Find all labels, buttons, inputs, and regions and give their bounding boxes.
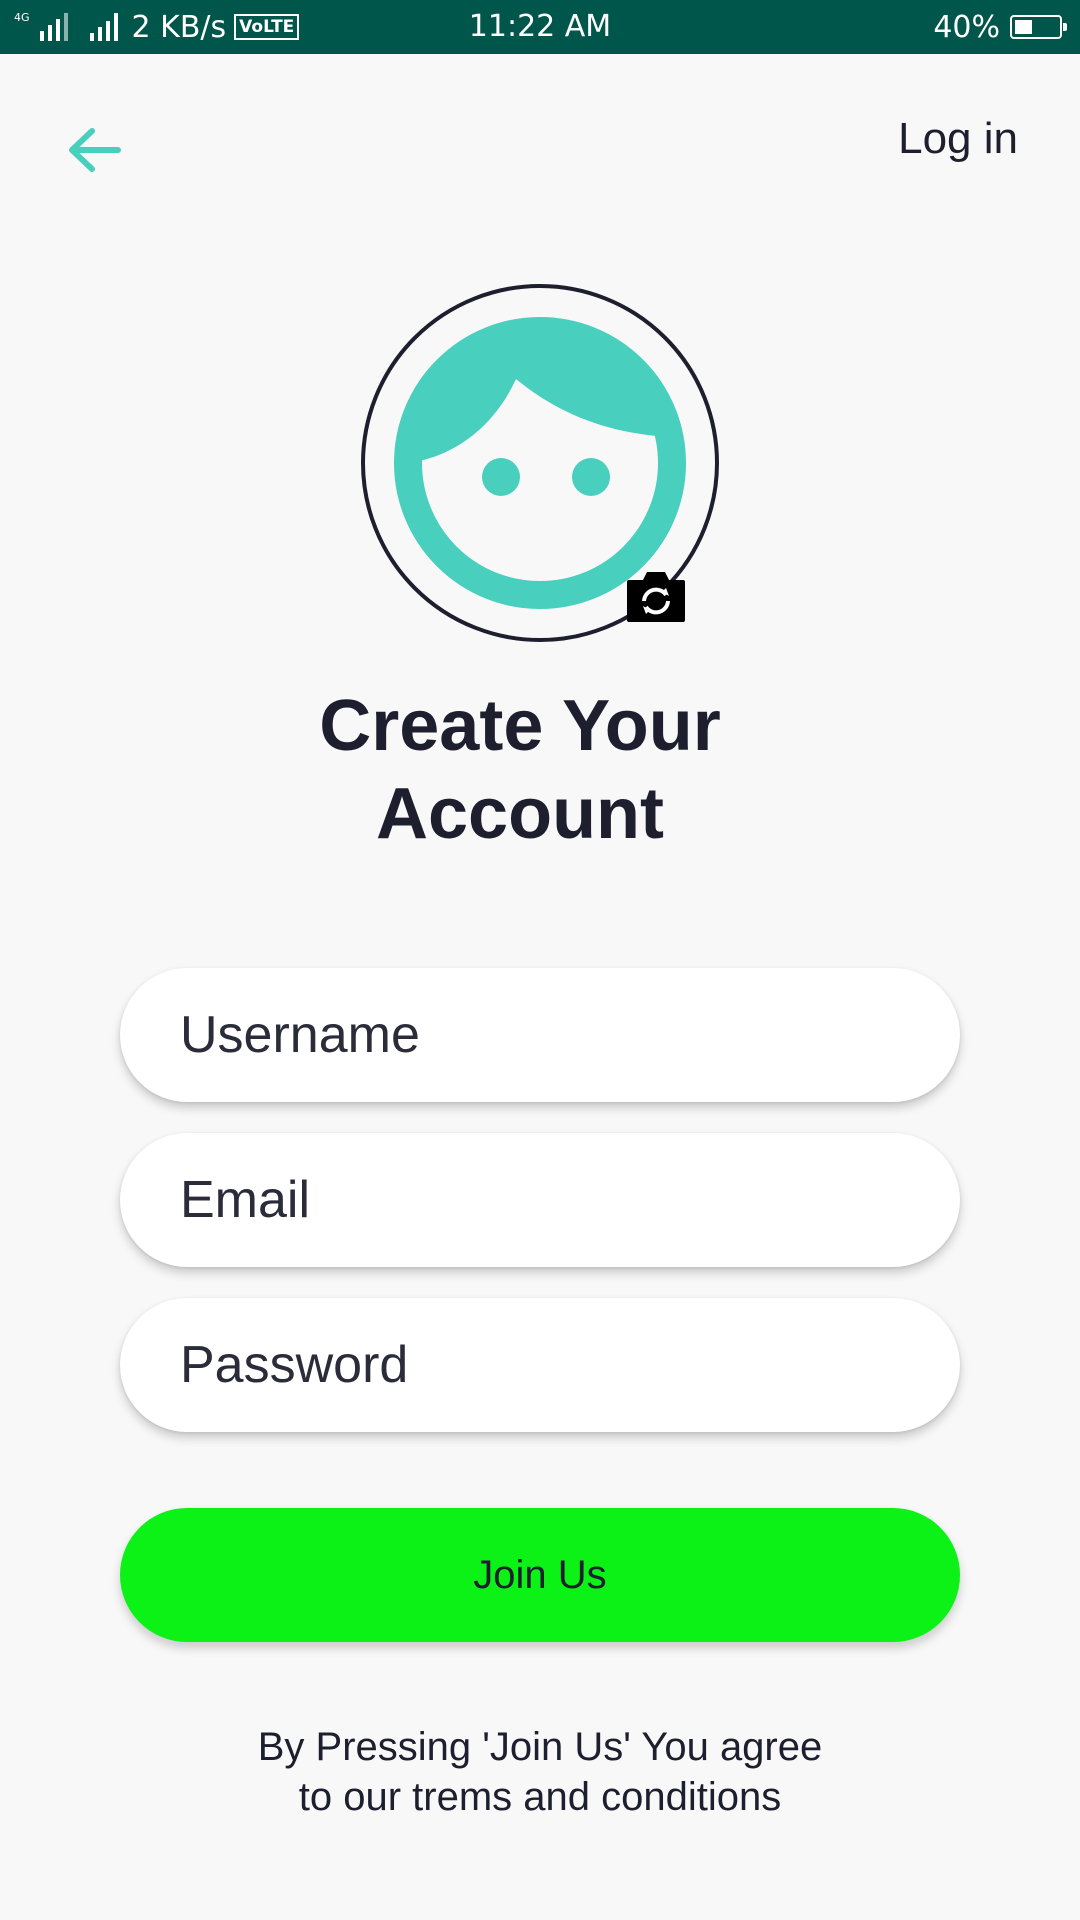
page-title-line-2: Account (376, 774, 664, 854)
signal-strength-icon (39, 13, 68, 41)
signal-strength-icon-2 (89, 13, 118, 41)
password-field-container (120, 1298, 960, 1432)
page-title: Create Your Account (0, 682, 1040, 858)
join-us-button[interactable]: Join Us (120, 1508, 960, 1642)
username-field-container (120, 968, 960, 1102)
password-input[interactable] (178, 1334, 920, 1396)
status-left: 4G 2 KB/s VoLTE (14, 0, 300, 54)
network-type-label: 4G (14, 11, 30, 24)
terms-line-1: By Pressing 'Join Us' You agree (257, 1725, 823, 1769)
status-bar: 4G 2 KB/s VoLTE 11:22 AM 40% (0, 0, 1080, 54)
email-field-container (120, 1133, 960, 1267)
camera-switch-icon[interactable] (625, 570, 687, 624)
battery-percent: 40% (933, 9, 1000, 45)
avatar-picker[interactable] (361, 284, 719, 642)
network-speed: 2 KB/s (131, 9, 227, 45)
user-face-icon (394, 317, 686, 609)
login-link[interactable]: Log in (898, 114, 1018, 164)
arrow-left-icon (69, 128, 121, 172)
status-right: 40% (933, 0, 1067, 54)
terms-line-2: to our trems and conditions (298, 1775, 782, 1819)
battery-icon (1010, 15, 1067, 39)
username-input[interactable] (178, 1004, 920, 1066)
email-input[interactable] (178, 1169, 920, 1231)
battery-level-fill (1015, 20, 1032, 34)
volte-badge: VoLTE (234, 14, 300, 40)
back-button[interactable] (62, 118, 126, 182)
page-title-line-1: Create Your (319, 686, 721, 766)
terms-text: By Pressing 'Join Us' You agree to our t… (0, 1722, 1080, 1822)
